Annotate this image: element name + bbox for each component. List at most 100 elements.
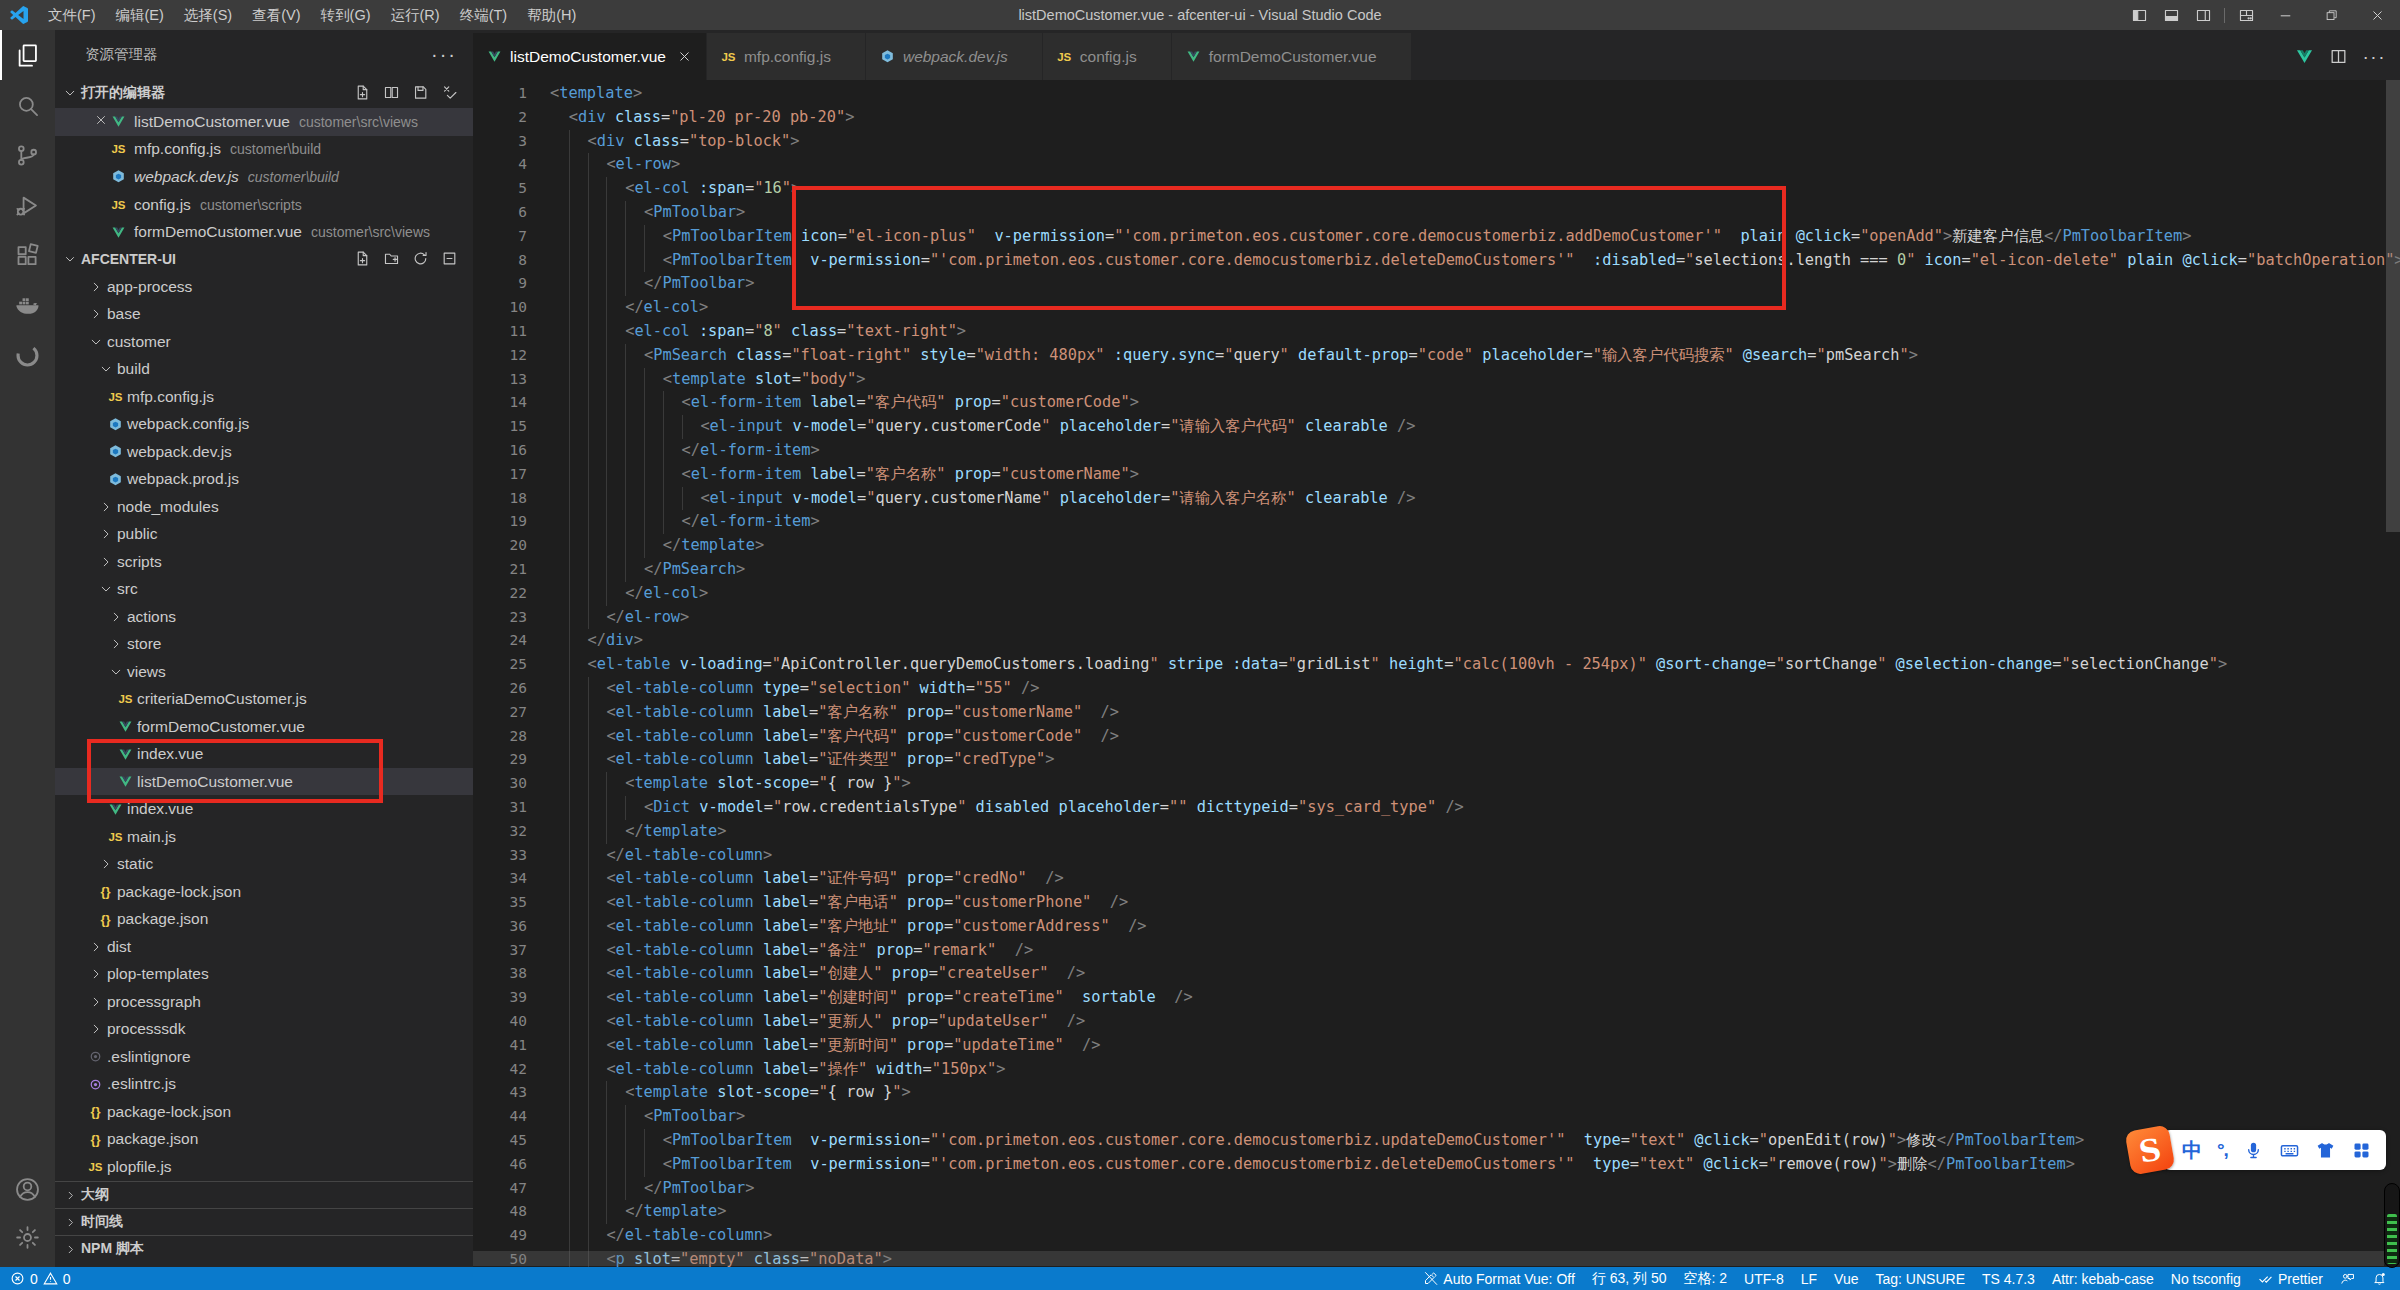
activity-settings-icon[interactable] (0, 1213, 55, 1261)
section-NPM 脚本[interactable]: NPM 脚本 (55, 1235, 473, 1262)
status-空格-2[interactable]: 空格: 2 (1684, 1270, 1728, 1288)
collapse-all-icon[interactable] (441, 250, 459, 268)
activity-edge-icon[interactable] (0, 330, 55, 380)
tree-item-package-lock.json[interactable]: {}package-lock.json (55, 1098, 473, 1126)
customize-layout-icon[interactable] (2230, 0, 2262, 30)
sidebar-more-icon[interactable]: ··· (431, 49, 457, 59)
status-Tag-UNSURE[interactable]: Tag: UNSURE (1876, 1271, 1965, 1287)
open-editor-formDemoCustomer.vue[interactable]: formDemoCustomer.vuecustomer\src\views (55, 218, 473, 246)
refresh-icon[interactable] (412, 250, 430, 268)
tree-item-main.js[interactable]: JSmain.js (55, 823, 473, 851)
status-Vue[interactable]: Vue (1834, 1271, 1858, 1287)
section-时间线[interactable]: 时间线 (55, 1208, 473, 1235)
menu-V[interactable]: 查看(V) (242, 0, 310, 30)
toggle-secondary-sidebar-icon[interactable] (2187, 0, 2219, 30)
open-editors-header[interactable]: 打开的编辑器 (55, 78, 473, 108)
activity-extensions-icon[interactable] (0, 230, 55, 280)
window-minimize-button[interactable] (2262, 0, 2308, 30)
tree-item-mfp.config.js[interactable]: JSmfp.config.js (55, 383, 473, 411)
menu-T[interactable]: 终端(T) (450, 0, 518, 30)
tree-item-criteriaDemoCustomer.js[interactable]: JScriteriaDemoCustomer.js (55, 685, 473, 713)
tree-item-processgraph[interactable]: processgraph (55, 988, 473, 1016)
menu-R[interactable]: 运行(R) (380, 0, 449, 30)
ime-keyboard-icon[interactable] (2279, 1140, 2300, 1161)
tree-item-scripts[interactable]: scripts (55, 548, 473, 576)
status-Attr-kebab-case[interactable]: Attr: kebab-case (2052, 1271, 2154, 1287)
menu-E[interactable]: 编辑(E) (106, 0, 174, 30)
more-actions-icon[interactable]: ··· (2363, 53, 2386, 61)
menu-H[interactable]: 帮助(H) (517, 0, 586, 30)
status-UTF-8[interactable]: UTF-8 (1744, 1271, 1784, 1287)
ime-skin-icon[interactable] (2315, 1140, 2336, 1161)
tree-item-webpack.prod.js[interactable]: webpack.prod.js (55, 465, 473, 493)
activity-files-icon[interactable] (0, 30, 55, 80)
tab-listDemoCustomer.vue[interactable]: listDemoCustomer.vue (473, 33, 707, 80)
close-icon[interactable] (94, 113, 110, 131)
tree-item-.eslintrc.js[interactable]: .eslintrc.js (55, 1070, 473, 1098)
status-TS-4-7-3[interactable]: TS 4.7.3 (1982, 1271, 2035, 1287)
tree-item-views[interactable]: views (55, 658, 473, 686)
horizontal-scrollbar[interactable] (473, 1251, 2384, 1266)
tree-item-webpack.dev.js[interactable]: webpack.dev.js (55, 438, 473, 466)
tab-config.js[interactable]: JSconfig.js (1043, 33, 1172, 80)
status-warning[interactable]: 0 (43, 1271, 71, 1287)
tree-item-plop-templates[interactable]: plop-templates (55, 960, 473, 988)
tree-item-plopfile.js[interactable]: JSplopfile.js (55, 1153, 473, 1181)
tree-item-package.json[interactable]: {}package.json (55, 905, 473, 933)
project-section-header[interactable]: AFCENTER-UI (55, 246, 473, 273)
tree-item-webpack.config.js[interactable]: webpack.config.js (55, 410, 473, 438)
editor-layout-icon[interactable] (383, 84, 401, 102)
tree-item-static[interactable]: static (55, 850, 473, 878)
tree-item-customer[interactable]: customer (55, 328, 473, 356)
tree-item-store[interactable]: store (55, 630, 473, 658)
ime-mic-icon[interactable] (2243, 1140, 2264, 1161)
toggle-sidebar-icon[interactable] (2123, 0, 2155, 30)
activity-run-debug-icon[interactable] (0, 180, 55, 230)
activity-source-control-icon[interactable] (0, 130, 55, 180)
status-feedback[interactable] (2340, 1271, 2355, 1286)
section-大纲[interactable]: 大纲 (55, 1181, 473, 1208)
activity-search-icon[interactable] (0, 80, 55, 130)
tree-item-dist[interactable]: dist (55, 933, 473, 961)
split-editor-icon[interactable] (2329, 47, 2349, 67)
ime-punctuation-icon[interactable]: °, (2217, 1139, 2228, 1161)
ime-chinese-mode-icon[interactable]: 中 (2182, 1137, 2202, 1164)
activity-account-icon[interactable] (0, 1165, 55, 1213)
open-editor-listDemoCustomer.vue[interactable]: listDemoCustomer.vuecustomer\src\views (55, 108, 473, 136)
tree-item-.eslintignore[interactable]: .eslintignore (55, 1043, 473, 1071)
sogou-logo-icon[interactable]: S (2125, 1125, 2176, 1176)
tree-item-package-lock.json[interactable]: {}package-lock.json (55, 878, 473, 906)
activity-docker-icon[interactable] (0, 280, 55, 330)
menu-S[interactable]: 选择(S) (174, 0, 242, 30)
status-No-tsconfig[interactable]: No tsconfig (2171, 1271, 2241, 1287)
tab-webpack.dev.js[interactable]: webpack.dev.js (866, 33, 1043, 80)
tree-item-build[interactable]: build (55, 355, 473, 383)
tree-item-package.json[interactable]: {}package.json (55, 1125, 473, 1153)
vertical-scrollbar[interactable] (2386, 80, 2400, 532)
tree-item-public[interactable]: public (55, 520, 473, 548)
status-LF[interactable]: LF (1801, 1271, 1817, 1287)
new-file-icon[interactable] (354, 250, 372, 268)
toggle-panel-icon[interactable] (2155, 0, 2187, 30)
tree-item-base[interactable]: base (55, 300, 473, 328)
status-error[interactable]: 0 (10, 1271, 38, 1287)
window-restore-button[interactable] (2308, 0, 2354, 30)
ime-toolbox-icon[interactable] (2351, 1140, 2372, 1161)
open-editor-config.js[interactable]: JSconfig.jscustomer\scripts (55, 191, 473, 219)
voice-widget[interactable] (2384, 1183, 2400, 1268)
tab-mfp.config.js[interactable]: JSmfp.config.js (707, 33, 866, 80)
status-Prettier[interactable]: Prettier (2258, 1271, 2323, 1287)
menu-F[interactable]: 文件(F) (38, 0, 106, 30)
new-folder-icon[interactable] (383, 250, 401, 268)
tab-formDemoCustomer.vue[interactable]: formDemoCustomer.vue (1172, 33, 1412, 80)
status-Auto-Format-Vue-Off[interactable]: Auto Format Vue: Off (1423, 1271, 1575, 1287)
status-bell-dot[interactable] (2372, 1271, 2387, 1286)
tree-item-processsdk[interactable]: processsdk (55, 1015, 473, 1043)
open-editor-webpack.dev.js[interactable]: webpack.dev.jscustomer\build (55, 163, 473, 191)
tree-item-actions[interactable]: actions (55, 603, 473, 631)
open-editor-mfp.config.js[interactable]: JSmfp.config.jscustomer\build (55, 136, 473, 164)
tree-item-src[interactable]: src (55, 575, 473, 603)
tree-item-app-process[interactable]: app-process (55, 273, 473, 301)
window-close-button[interactable] (2354, 0, 2400, 30)
tree-item-formDemoCustomer.vue[interactable]: formDemoCustomer.vue (55, 713, 473, 741)
